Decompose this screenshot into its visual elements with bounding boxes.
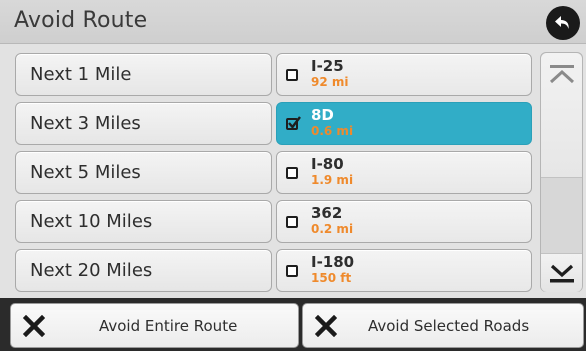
road-item-8d[interactable]: 8D 0.6 mi xyxy=(276,102,532,145)
page-title: Avoid Route xyxy=(14,8,148,33)
avoid-entire-route-label: Avoid Entire Route xyxy=(99,317,238,335)
scroll-up-button[interactable] xyxy=(541,53,582,178)
close-icon xyxy=(315,315,337,337)
footer-bar: Avoid Entire Route Avoid Selected Roads xyxy=(0,298,586,351)
scroll-down-button[interactable] xyxy=(541,253,582,292)
checkbox-icon[interactable] xyxy=(286,69,298,81)
road-distance: 150 ft xyxy=(311,271,352,285)
next-5-miles-label: Next 5 Miles xyxy=(30,162,141,183)
road-distance: 0.6 mi xyxy=(311,124,354,138)
road-distance: 1.9 mi xyxy=(311,173,354,187)
close-icon xyxy=(23,315,45,337)
next-5-miles-button[interactable]: Next 5 Miles xyxy=(15,151,272,194)
checked-checkbox-icon[interactable] xyxy=(286,116,301,130)
checkbox-icon[interactable] xyxy=(286,265,298,277)
next-3-miles-button[interactable]: Next 3 Miles xyxy=(15,102,272,145)
road-name: I-80 xyxy=(311,155,344,173)
road-distance: 0.2 mi xyxy=(311,222,354,236)
scroll-top-icon xyxy=(549,65,575,84)
next-20-miles-button[interactable]: Next 20 Miles xyxy=(15,249,272,292)
road-item-i-180[interactable]: I-180 150 ft xyxy=(276,249,532,292)
next-10-miles-button[interactable]: Next 10 Miles xyxy=(15,200,272,243)
scrollbar[interactable] xyxy=(540,52,583,292)
next-10-miles-label: Next 10 Miles xyxy=(30,211,153,232)
road-distance: 92 mi xyxy=(311,75,349,89)
road-item-i-25[interactable]: I-25 92 mi xyxy=(276,53,532,96)
avoid-entire-route-button[interactable]: Avoid Entire Route xyxy=(10,303,299,348)
road-name: 8D xyxy=(311,106,334,124)
road-name: I-180 xyxy=(311,253,355,271)
options-panel: Next 1 Mile Next 3 Miles Next 5 Miles Ne… xyxy=(0,44,586,298)
road-item-362[interactable]: 362 0.2 mi xyxy=(276,200,532,243)
checkbox-icon[interactable] xyxy=(286,167,298,179)
avoid-selected-roads-label: Avoid Selected Roads xyxy=(368,317,530,335)
next-20-miles-label: Next 20 Miles xyxy=(30,260,153,281)
road-item-i-80[interactable]: I-80 1.9 mi xyxy=(276,151,532,194)
scroll-bottom-icon xyxy=(549,264,574,283)
checkbox-icon[interactable] xyxy=(286,216,298,228)
back-arrow-icon xyxy=(555,16,569,29)
avoid-selected-roads-button[interactable]: Avoid Selected Roads xyxy=(302,303,584,348)
next-1-mile-label: Next 1 Mile xyxy=(30,64,132,85)
road-name: 362 xyxy=(311,204,343,222)
road-name: I-25 xyxy=(311,57,344,75)
next-1-mile-button[interactable]: Next 1 Mile xyxy=(15,53,272,96)
back-button[interactable] xyxy=(546,6,580,40)
next-3-miles-label: Next 3 Miles xyxy=(30,113,141,134)
header-bar: Avoid Route xyxy=(0,0,586,44)
